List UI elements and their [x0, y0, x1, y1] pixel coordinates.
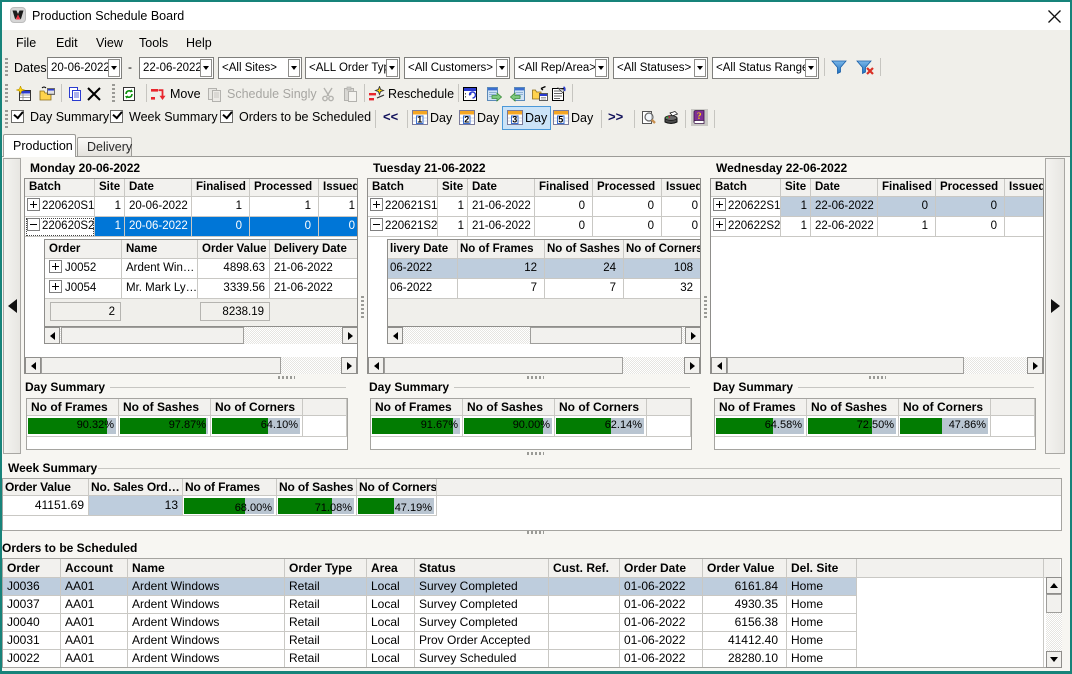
- svg-text:2: 2: [464, 114, 469, 124]
- svg-text:1: 1: [417, 114, 422, 124]
- svg-text:5: 5: [558, 114, 563, 124]
- svg-text:3: 3: [512, 114, 517, 124]
- svg-text:?: ?: [697, 111, 702, 121]
